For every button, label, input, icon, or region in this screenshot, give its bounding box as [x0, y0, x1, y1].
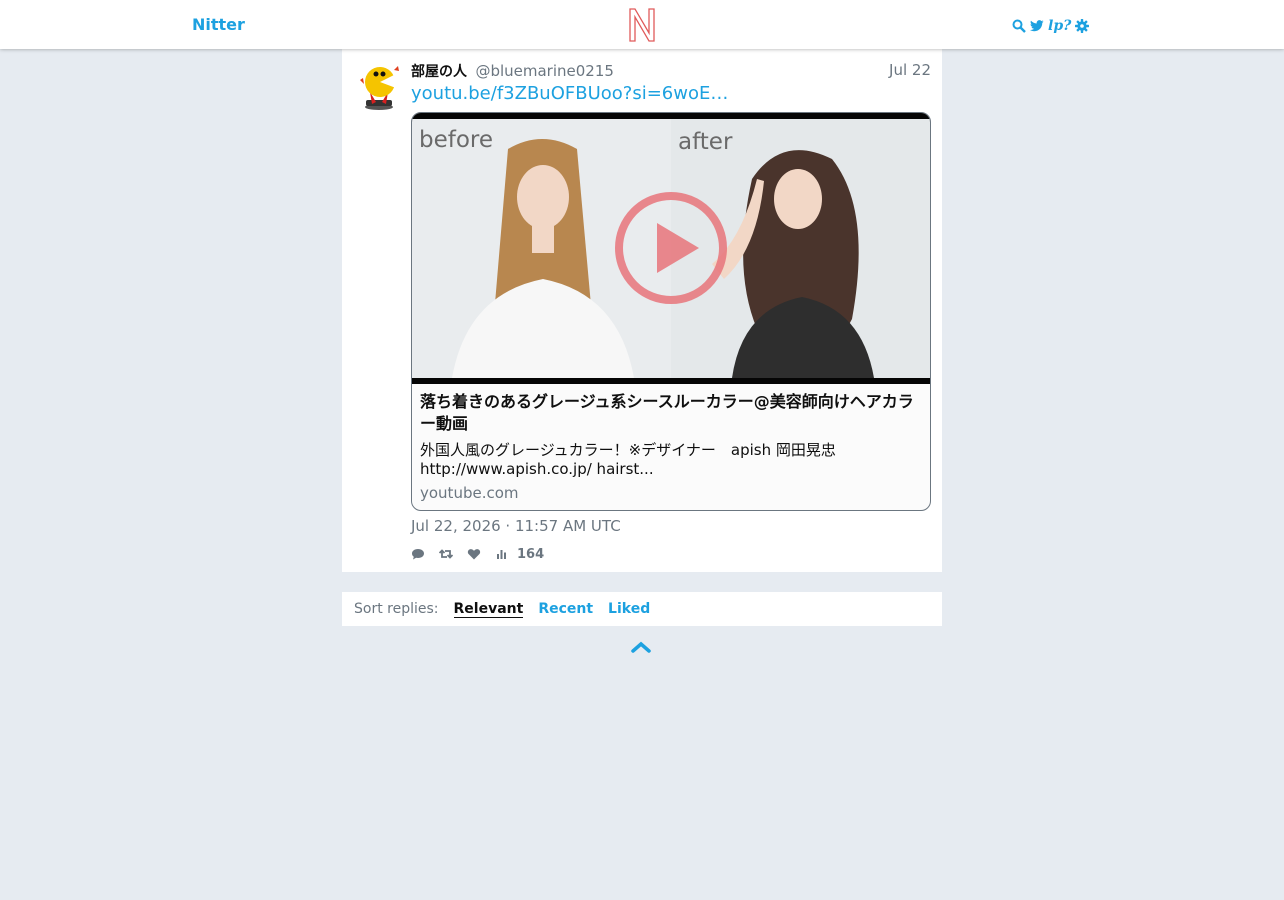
search-icon[interactable] [1012, 19, 1026, 33]
link-card[interactable]: before after 落ち着きのあるグレージュ系シースルーカラー@美容師向け… [411, 112, 931, 511]
retweet-stat[interactable] [439, 547, 453, 561]
retweet-icon [439, 549, 453, 559]
views-count: 164 [517, 546, 545, 562]
card-title[interactable]: 落ち着きのあるグレージュ系シースルーカラー@美容師向けヘアカラー動画 [420, 391, 920, 435]
sort-label: Sort replies: [354, 601, 439, 617]
reply-stat[interactable] [411, 547, 425, 561]
gear-icon[interactable] [1075, 19, 1090, 33]
sort-replies-bar: Sort replies: Relevant Recent Liked [342, 592, 942, 626]
views-chart-icon [497, 550, 506, 559]
main-tweet: 部屋の人 @bluemarine0215 Jul 22 youtu.be/f3Z… [342, 49, 942, 572]
after-label: after [678, 129, 733, 155]
tweet-fullname[interactable]: 部屋の人 [411, 64, 467, 80]
sort-liked[interactable]: Liked [608, 601, 650, 617]
heart-icon [467, 549, 481, 560]
like-stat[interactable] [467, 547, 481, 561]
card-domain: youtube.com [420, 484, 519, 502]
comment-icon [412, 549, 424, 560]
twitter-bird-icon[interactable] [1030, 19, 1044, 33]
navbar: Nitter lp? [0, 0, 1284, 49]
sort-recent[interactable]: Recent [538, 601, 593, 617]
tweet-youtube-link[interactable]: youtu.be/f3ZBuOFBUoo?si=6woE… [411, 83, 728, 104]
nav-brand-link[interactable]: Nitter [192, 15, 245, 34]
card-thumbnail[interactable]: before after [412, 113, 930, 384]
sort-relevant[interactable]: Relevant [453, 601, 524, 618]
tweet-date[interactable]: Jul 22 [889, 61, 931, 79]
chevron-up-icon[interactable] [631, 640, 651, 654]
tweet-header: 部屋の人 @bluemarine0215 Jul 22 [411, 61, 931, 81]
tweet-stats: 164 [411, 545, 558, 563]
rss-lp-link[interactable]: lp? [1048, 19, 1071, 33]
tweet-published-date: Jul 22, 2026 · 11:57 AM UTC [411, 517, 621, 535]
avatar[interactable] [358, 62, 400, 110]
views-stat[interactable]: 164 [495, 547, 544, 562]
nitter-logo-icon[interactable] [627, 7, 657, 43]
before-label: before [419, 127, 493, 153]
tweet-username[interactable]: @bluemarine0215 [475, 62, 613, 80]
card-description: 外国人風のグレージュカラー！※デザイナー apish 岡田晃忠 http://w… [420, 441, 836, 478]
nav-icons: lp? [1012, 17, 1090, 35]
